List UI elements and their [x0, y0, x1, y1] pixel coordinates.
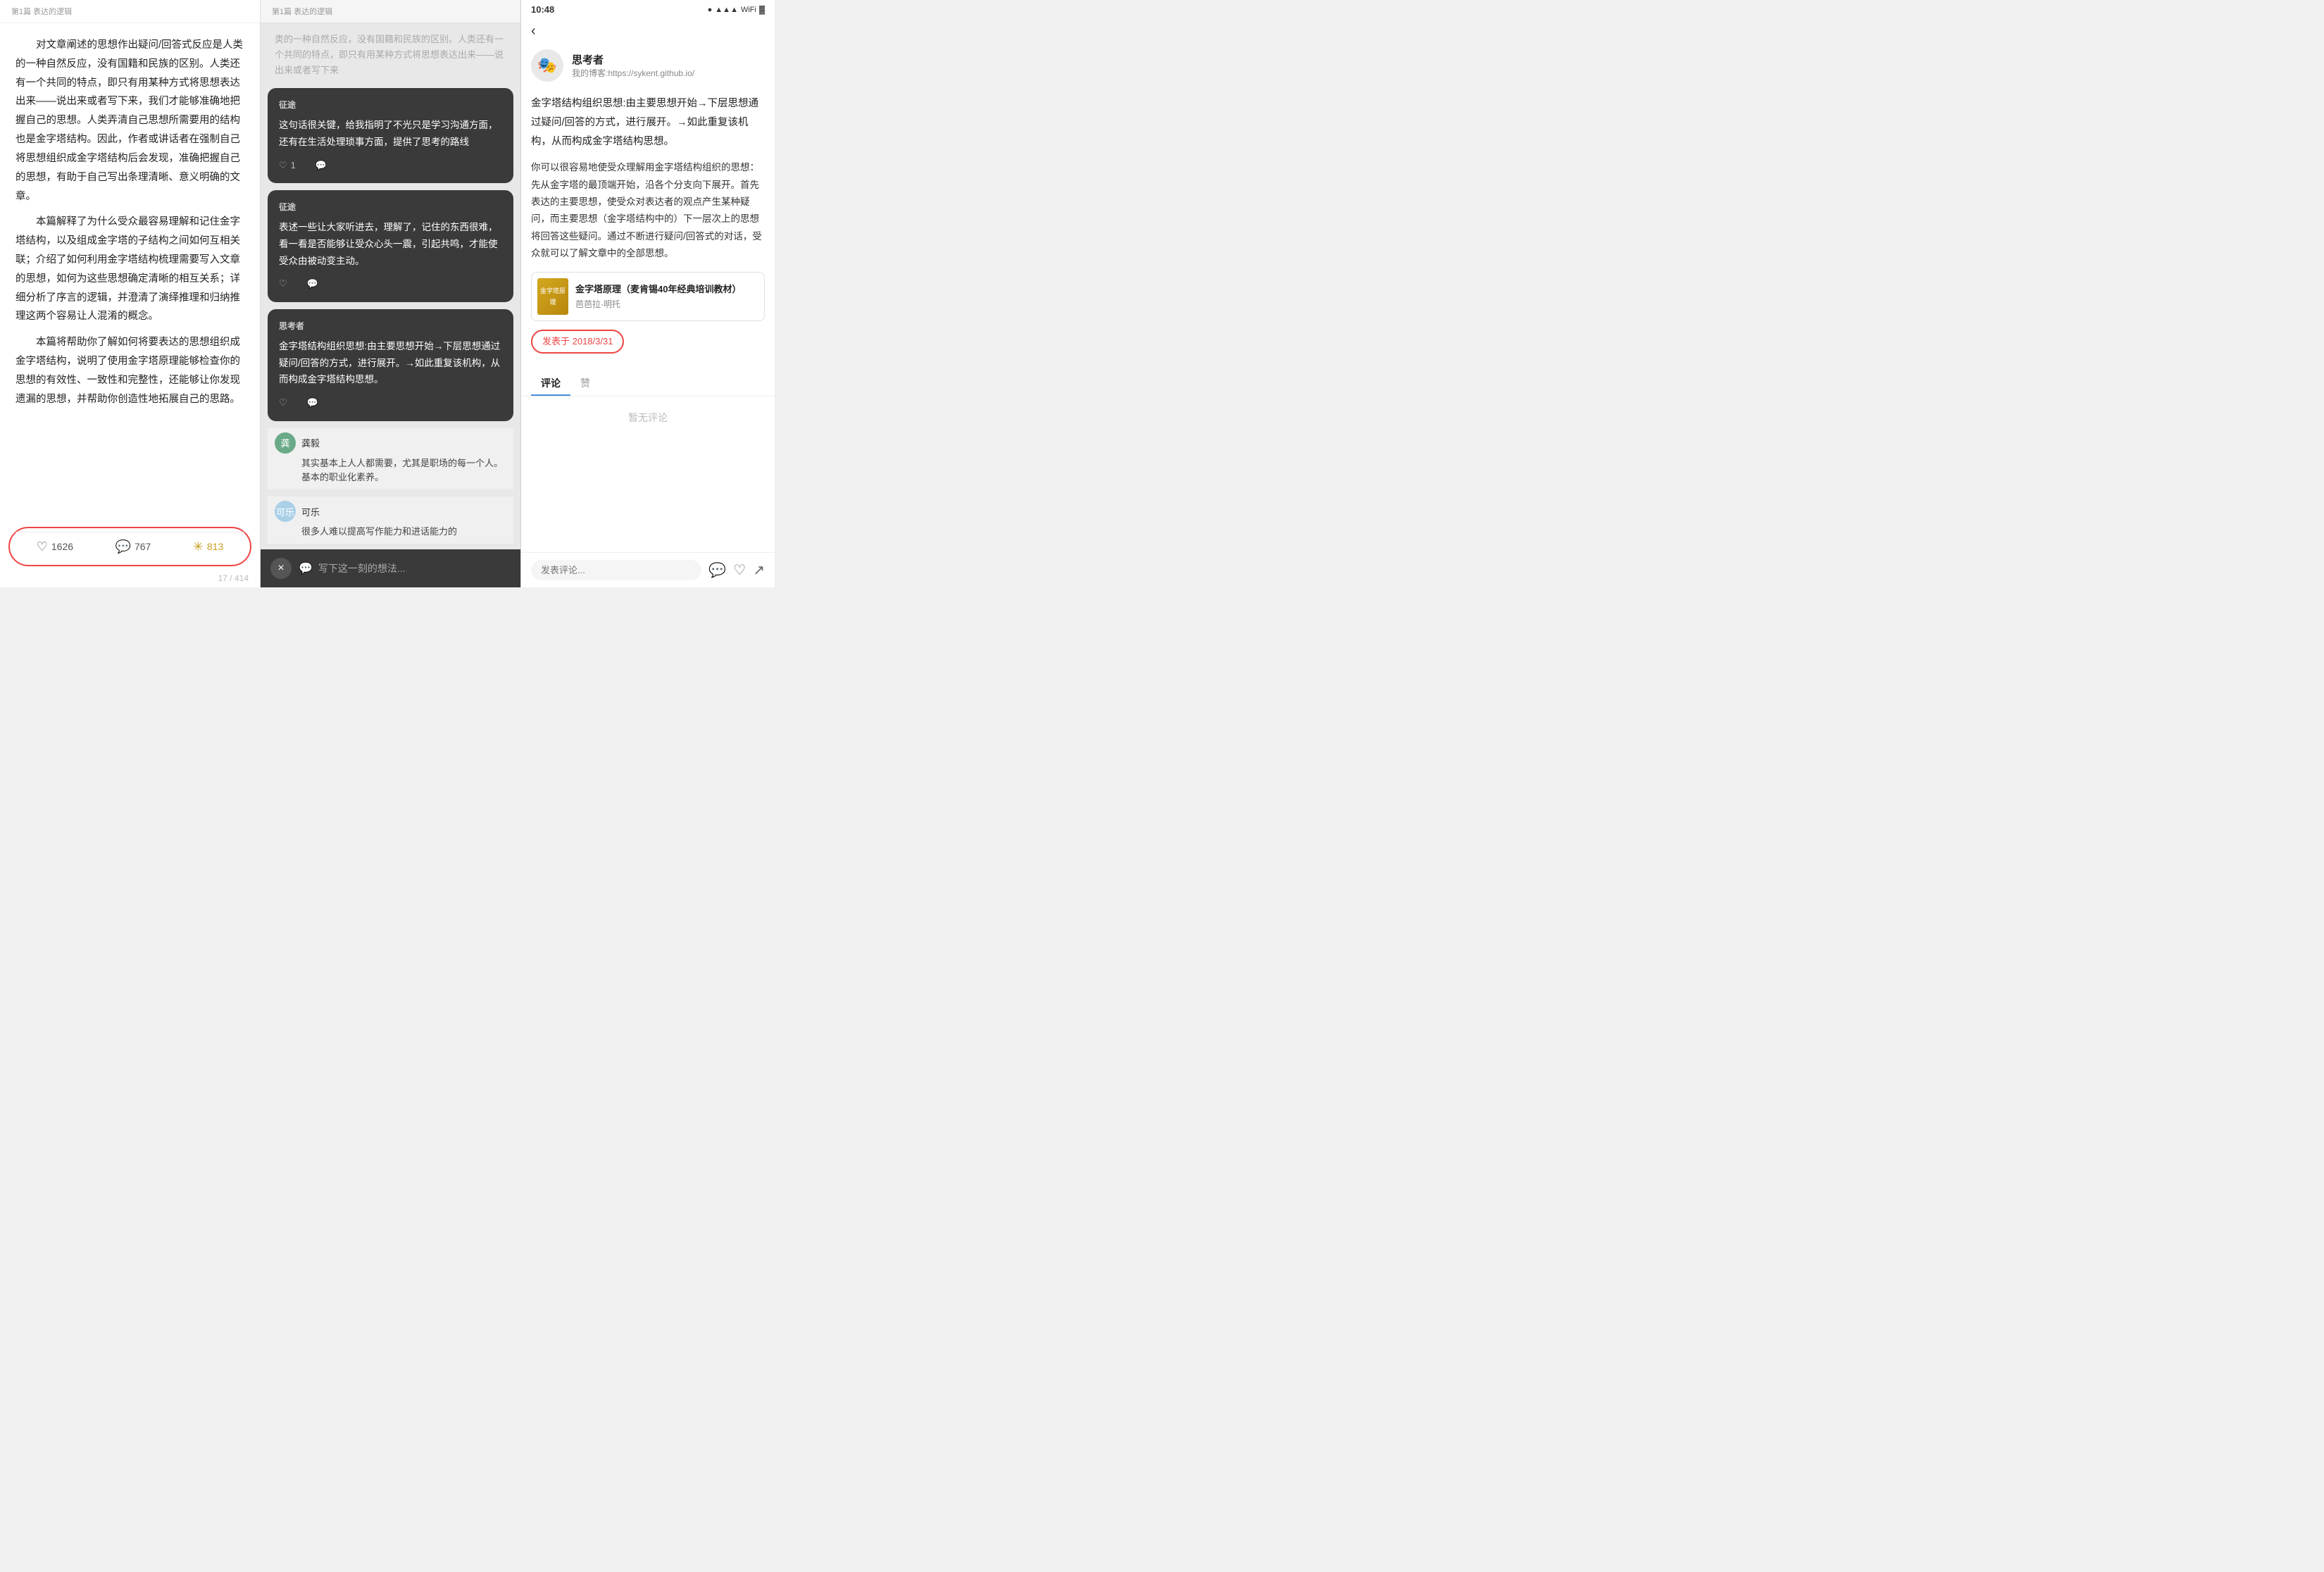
left-para-2: 本篇解释了为什么受众最容易理解和记住金字塔结构，以及组成金字塔的子结构之间如何互… — [15, 213, 244, 326]
next-comment-text: 很多人难以提高写作能力和进话能力的 — [275, 525, 506, 539]
user-info: 思考者 我的博客:https://sykent.github.io/ — [572, 52, 694, 79]
middle-panel: 第1篇 表达的逻辑 类的一种自然反应，没有国籍和民族的区别。人类还有一个共同的特… — [261, 0, 521, 587]
comment-actions-3: ♡ 💬 — [279, 395, 502, 411]
reply-icon-button[interactable]: 💬 — [708, 561, 726, 579]
tabs-row: 评论 赞 — [521, 370, 775, 397]
bubble-comment-2[interactable]: 💬 — [307, 276, 318, 292]
comment-text-1: 这句话很关键，给我指明了不光只是学习沟通方面，还有在生活处理琐事方面，提供了思考… — [279, 117, 502, 150]
back-button[interactable]: ‹ — [531, 23, 536, 39]
no-comment-text: 暂无评论 — [521, 397, 775, 439]
signal-icon: ▲▲▲ — [715, 6, 738, 14]
status-bar: 10:48 ● ▲▲▲ WiFi ▓ — [521, 0, 775, 19]
main-text: 金字塔结构组织思想:由主要思想开始→下层思想通过疑问/回答的方式，进行展开。→如… — [531, 94, 765, 151]
left-content: 对文章阐述的思想作出疑问/回答式反应是人类的一种自然反应，没有国籍和民族的区别。… — [0, 23, 260, 523]
comment-bubble-2: 征途 表述一些让大家听进去，理解了，记住的东西很难，看一看是否能够让受众心头一震… — [268, 190, 513, 302]
bubble-comment-icon-3: 💬 — [307, 395, 318, 411]
tab-comments[interactable]: 评论 — [531, 370, 570, 396]
book-cover: 金字塔原理 — [537, 278, 568, 315]
bubble-like-icon-2: ♡ — [279, 276, 287, 292]
next-comment-avatar: 可乐 — [275, 501, 296, 522]
like-icon: ♡ — [37, 539, 48, 554]
status-icons: ● ▲▲▲ WiFi ▓ — [708, 6, 765, 14]
bubble-comment-icon-2: 💬 — [307, 276, 318, 292]
comment-actions-1: ♡ 1 💬 — [279, 158, 502, 174]
right-content: 金字塔结构组织思想:由主要思想开始→下层思想通过疑问/回答的方式，进行展开。→如… — [521, 87, 775, 370]
battery-icon: ● — [708, 6, 713, 14]
comment-text-2: 表述一些让大家听进去，理解了，记住的东西很难，看一看是否能够让受众心头一震，引起… — [279, 219, 502, 269]
comment-author-1: 征途 — [279, 98, 502, 113]
wifi-icon: WiFi — [741, 6, 756, 14]
middle-top-bar: 第1篇 表达的逻辑 — [261, 0, 520, 23]
battery-full-icon: ▓ — [759, 6, 765, 14]
bubble-like-icon-1: ♡ — [279, 158, 287, 174]
share-icon-button[interactable]: ↗ — [753, 561, 765, 579]
user-row: 🎭 思考者 我的博客:https://sykent.github.io/ — [521, 44, 775, 87]
comment-bubble-3: 思考者 金字塔结构组织思想:由主要思想开始→下层思想通过疑问/回答的方式，进行展… — [268, 309, 513, 421]
right-nav: ‹ — [521, 19, 775, 44]
next-comment-item: 可乐 可乐 很多人难以提高写作能力和进话能力的 — [268, 497, 513, 544]
left-bottom-bar: ♡ 1626 💬 767 ✳ 813 — [15, 532, 244, 561]
last-comment-author: 龚毅 — [301, 436, 320, 449]
last-comment-text: 其实基本上人人都需要，尤其是职场的每一个人。基本的职业化素养。 — [275, 456, 506, 486]
user-avatar: 🎭 — [531, 49, 563, 82]
comment-bubble-1: 征途 这句话很关键，给我指明了不光只是学习沟通方面，还有在生活处理琐事方面，提供… — [268, 88, 513, 183]
bubble-comment-icon-1: 💬 — [316, 158, 327, 174]
comment-button[interactable]: 💬 767 — [115, 539, 151, 554]
left-para-3: 本篇将帮助你了解如何将要表达的思想组织成金字塔结构，说明了使用金字塔原理能够检查… — [15, 333, 244, 408]
like-button[interactable]: ♡ 1626 — [37, 539, 73, 554]
comment-icon: 💬 — [115, 539, 131, 554]
book-info: 金字塔原理（麦肯锡40年经典培训教材） 芭芭拉·明托 — [575, 281, 741, 313]
left-panel: 第1篇 表达的逻辑 对文章阐述的思想作出疑问/回答式反应是人类的一种自然反应，没… — [0, 0, 261, 587]
book-card[interactable]: 金字塔原理 金字塔原理（麦肯锡40年经典培训教材） 芭芭拉·明托 — [531, 272, 765, 321]
like-icon-button[interactable]: ♡ — [733, 561, 746, 579]
comment-author-3: 思考者 — [279, 319, 502, 334]
bubble-like-3[interactable]: ♡ — [279, 395, 287, 411]
book-author: 芭芭拉·明托 — [575, 297, 741, 313]
comment-actions-2: ♡ 💬 — [279, 276, 502, 292]
compose-input-area[interactable]: 💬 写下这一刻的想法... — [299, 561, 511, 575]
last-comment-item: 龚 龚毅 其实基本上人人都需要，尤其是职场的每一个人。基本的职业化素养。 — [268, 428, 513, 490]
page-number: 17 / 414 — [0, 570, 260, 587]
bubble-comment-1[interactable]: 💬 — [316, 158, 327, 174]
tab-likes[interactable]: 赞 — [570, 370, 600, 396]
bubble-like-icon-3: ♡ — [279, 395, 287, 411]
date-badge: 发表于 2018/3/31 — [531, 330, 765, 363]
bubble-like-2[interactable]: ♡ — [279, 276, 287, 292]
bubble-comment-3[interactable]: 💬 — [307, 395, 318, 411]
secondary-text: 你可以很容易地使受众理解用金字塔结构组织的思想：先从金字塔的最顶端开始，沿各个分… — [531, 159, 765, 262]
user-name: 思考者 — [572, 52, 694, 67]
next-comment-author: 可乐 — [301, 505, 320, 518]
user-blog: 我的博客:https://sykent.github.io/ — [572, 67, 694, 79]
share-icon: ✳ — [193, 539, 204, 554]
bottom-actions-highlight: ♡ 1626 💬 767 ✳ 813 — [8, 527, 251, 566]
comment-text-3: 金字塔结构组织思想:由主要思想开始→下层思想通过疑问/回答的方式，进行展开。→如… — [279, 338, 502, 388]
comment-author-2: 征途 — [279, 200, 502, 215]
mid-bg-text: 类的一种自然反应，没有国籍和民族的区别。人类还有一个共同的特点，即只有用某种方式… — [268, 29, 513, 81]
close-compose-button[interactable]: × — [270, 558, 292, 579]
last-comment-avatar: 龚 — [275, 432, 296, 454]
book-title: 金字塔原理（麦肯锡40年经典培训教材） — [575, 281, 741, 297]
middle-scroll[interactable]: 类的一种自然反应，没有国籍和民族的区别。人类还有一个共同的特点，即只有用某种方式… — [261, 23, 520, 549]
compose-icon: 💬 — [299, 561, 313, 575]
right-panel: 10:48 ● ▲▲▲ WiFi ▓ ‹ 🎭 思考者 我的博客:https://… — [521, 0, 775, 587]
share-button[interactable]: ✳ 813 — [193, 539, 223, 554]
bubble-like-1[interactable]: ♡ 1 — [279, 158, 296, 174]
left-para-1: 对文章阐述的思想作出疑问/回答式反应是人类的一种自然反应，没有国籍和民族的区别。… — [15, 36, 244, 206]
status-time: 10:48 — [531, 4, 554, 15]
comment-input[interactable] — [531, 560, 701, 580]
compose-bar: × 💬 写下这一刻的想法... — [261, 549, 520, 587]
right-bottom-bar: 💬 ♡ ↗ — [521, 552, 775, 587]
left-top-bar: 第1篇 表达的逻辑 — [0, 0, 260, 23]
